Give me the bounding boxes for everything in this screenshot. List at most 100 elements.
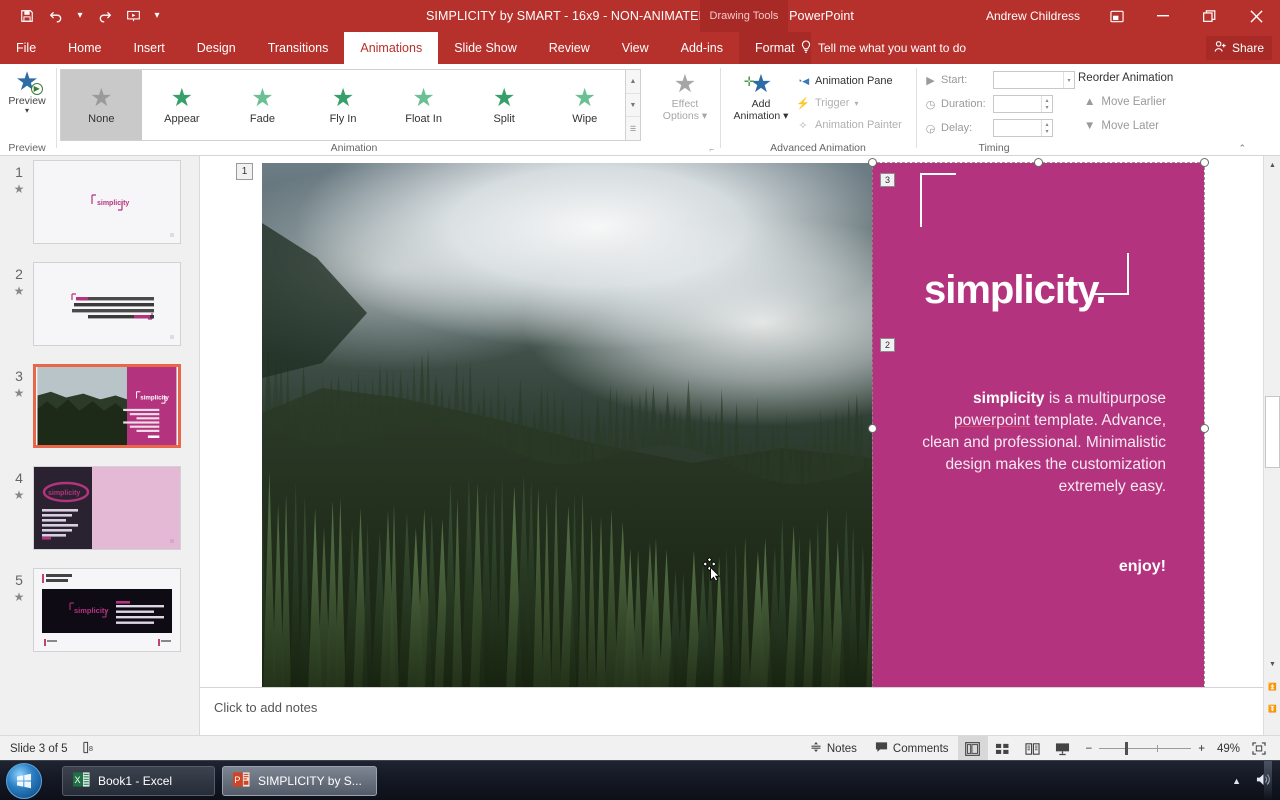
- previous-slide-icon[interactable]: ⏫: [1265, 678, 1280, 695]
- duration-spinner[interactable]: ▴ ▾: [993, 95, 1053, 113]
- undo-dropdown-icon[interactable]: ▾: [72, 4, 88, 28]
- show-hidden-icons-icon[interactable]: ▲: [1232, 776, 1241, 786]
- windows-start-icon[interactable]: [6, 763, 42, 799]
- close-icon[interactable]: [1232, 0, 1280, 32]
- spinner-icon[interactable]: ▴ ▾: [1041, 120, 1052, 136]
- ribbon-tab-design[interactable]: Design: [181, 32, 252, 64]
- spinner-icon[interactable]: ▴ ▾: [1041, 96, 1052, 112]
- scroll-down-icon[interactable]: ▼: [1265, 656, 1280, 673]
- taskbar-button-excel[interactable]: X Book1 - Excel: [62, 766, 215, 796]
- ribbon-tab-review[interactable]: Review: [533, 32, 606, 64]
- ribbon-tab-view[interactable]: View: [606, 32, 665, 64]
- share-button[interactable]: Share: [1205, 36, 1272, 60]
- notes-button[interactable]: Notes: [801, 736, 866, 761]
- show-desktop-button[interactable]: [1264, 761, 1272, 800]
- slide-show-view-button[interactable]: [1048, 736, 1078, 761]
- ribbon-group-reorder-animation: Reorder Animation ▲ Move Earlier ▼ Move …: [1072, 64, 1252, 156]
- gallery-scroll-controls[interactable]: ▲ ▼ ☰: [626, 69, 641, 141]
- animation-gallery[interactable]: ★ None ★ Appear ★ Fade ★ Fly In ★ Float In ★ Split ★…: [60, 69, 626, 141]
- ribbon-tab-transitions[interactable]: Transitions: [252, 32, 345, 64]
- slide-indicator[interactable]: Slide 3 of 5: [10, 743, 68, 755]
- animation-effect-appear[interactable]: ★ Appear: [142, 70, 223, 140]
- animation-effect-fade[interactable]: ★ Fade: [222, 70, 303, 140]
- ribbon-tab-animations[interactable]: Animations: [344, 32, 439, 64]
- ribbon-display-options-icon[interactable]: [1094, 0, 1140, 32]
- undo-icon[interactable]: [43, 4, 69, 28]
- ribbon-tab-file[interactable]: File: [0, 32, 52, 64]
- preview-button[interactable]: ★ ▶ Preview ▾: [4, 68, 50, 140]
- slide-thumbnail-1[interactable]: simplicity: [33, 160, 181, 244]
- move-later-button[interactable]: ▼ Move Later: [1084, 120, 1159, 132]
- scroll-up-icon[interactable]: ▲: [1265, 157, 1280, 174]
- move-earlier-button[interactable]: ▲ Move Earlier: [1084, 96, 1166, 108]
- effect-options-button[interactable]: ★ Effect Options ▾: [656, 70, 714, 140]
- gallery-more-icon[interactable]: ☰: [626, 117, 640, 140]
- comments-button[interactable]: Comments: [866, 736, 958, 761]
- tell-me-box[interactable]: Tell me what you want to do: [800, 32, 966, 64]
- zoom-control[interactable]: − +: [1078, 742, 1213, 755]
- zoom-slider-handle[interactable]: [1125, 742, 1129, 755]
- selection-handle-top-left[interactable]: [868, 158, 877, 167]
- add-animation-star-icon: ★ ✛: [743, 70, 773, 98]
- zoom-slider[interactable]: [1099, 742, 1192, 755]
- selection-handle-middle-left[interactable]: [868, 424, 877, 433]
- next-slide-icon[interactable]: ⏬: [1265, 700, 1280, 717]
- slide-thumbnail-4[interactable]: simplicity: [33, 466, 181, 550]
- command-animation-pane[interactable]: ◔◀ Animation Pane: [796, 70, 912, 92]
- ribbon-tab-add-ins[interactable]: Add-ins: [665, 32, 739, 64]
- delay-spinner[interactable]: ▴ ▾: [993, 119, 1053, 137]
- slide-image-forest[interactable]: 1: [262, 163, 872, 693]
- slide-thumbnail-3[interactable]: simplicity: [33, 364, 181, 448]
- notes-pane[interactable]: Click to add notes: [200, 687, 1263, 735]
- animation-star-icon: ★: [13, 386, 25, 400]
- gallery-scroll-down-icon[interactable]: ▼: [626, 94, 640, 118]
- chevron-down-icon[interactable]: ▾: [25, 107, 29, 115]
- animation-effect-wipe[interactable]: ★ Wipe: [544, 70, 625, 140]
- zoom-out-button[interactable]: −: [1086, 743, 1093, 755]
- start-combobox[interactable]: ▾: [993, 71, 1075, 89]
- fit-to-window-icon[interactable]: [1244, 736, 1274, 761]
- animation-effect-float-in[interactable]: ★ Float In: [383, 70, 464, 140]
- slide-thumbnail-row[interactable]: 4 ★ simplicity: [0, 464, 199, 566]
- ribbon-tab-home[interactable]: Home: [52, 32, 117, 64]
- restore-icon[interactable]: [1186, 0, 1232, 32]
- reading-view-button[interactable]: [1018, 736, 1048, 761]
- taskbar-button-powerpoint[interactable]: P SIMPLICITY by S...: [222, 766, 377, 796]
- chevron-down-icon[interactable]: ▾: [854, 99, 858, 108]
- slide-thumbnail-row[interactable]: 2 ★: [0, 260, 199, 362]
- slide-thumbnail-row[interactable]: 5 ★ simplicity: [0, 566, 199, 668]
- normal-view-button[interactable]: [957, 736, 988, 761]
- minimize-icon[interactable]: [1140, 0, 1186, 32]
- slide-thumbnail-5[interactable]: simplicity: [33, 568, 181, 652]
- accessibility-icon[interactable]: 8: [82, 741, 95, 757]
- zoom-level-label[interactable]: 49%: [1213, 743, 1244, 755]
- ribbon-tab-insert[interactable]: Insert: [118, 32, 181, 64]
- animation-effect-split[interactable]: ★ Split: [464, 70, 545, 140]
- command-trigger[interactable]: ⚡ Trigger ▾: [796, 92, 912, 114]
- zoom-in-button[interactable]: +: [1198, 743, 1205, 755]
- selection-handle-top-right[interactable]: [1200, 158, 1209, 167]
- collapse-ribbon-icon[interactable]: ⌃: [1238, 143, 1246, 154]
- animation-effect-fly-in[interactable]: ★ Fly In: [303, 70, 384, 140]
- scrollbar-thumb[interactable]: [1265, 396, 1280, 468]
- save-icon[interactable]: [14, 4, 40, 28]
- add-animation-button[interactable]: ★ ✛ Add Animation ▾: [728, 70, 794, 142]
- dialog-launcher-icon[interactable]: ⌐: [709, 145, 714, 154]
- slide-thumbnail-pane[interactable]: 1 ★ simplicity 2 ★ 3 ★ simplicity 4 ★ simplicity 5 ★…: [0, 156, 200, 735]
- ribbon-tab-slide-show[interactable]: Slide Show: [438, 32, 533, 64]
- slide-thumbnail-row[interactable]: 3 ★ simplicity: [0, 362, 199, 464]
- slide-thumbnail-2[interactable]: [33, 262, 181, 346]
- account-name[interactable]: Andrew Childress: [986, 0, 1080, 32]
- canvas-vertical-scrollbar[interactable]: ▲ ▼ ⏫ ⏬: [1263, 156, 1280, 735]
- selection-handle-top-center[interactable]: [1034, 158, 1043, 167]
- redo-icon[interactable]: [91, 4, 117, 28]
- animation-effect-none[interactable]: ★ None: [61, 70, 142, 140]
- gallery-scroll-up-icon[interactable]: ▲: [626, 70, 640, 94]
- slide-sorter-view-button[interactable]: [988, 736, 1018, 761]
- selection-handle-middle-right[interactable]: [1200, 424, 1209, 433]
- customize-quick-access-toolbar-icon[interactable]: ▾: [149, 4, 165, 28]
- slide-canvas-pane[interactable]: 1 3 2: [200, 156, 1263, 698]
- slide-thumbnail-row[interactable]: 1 ★ simplicity: [0, 158, 199, 260]
- start-from-beginning-icon[interactable]: [120, 4, 146, 28]
- command-animation-painter[interactable]: ✧ Animation Painter: [796, 114, 912, 136]
